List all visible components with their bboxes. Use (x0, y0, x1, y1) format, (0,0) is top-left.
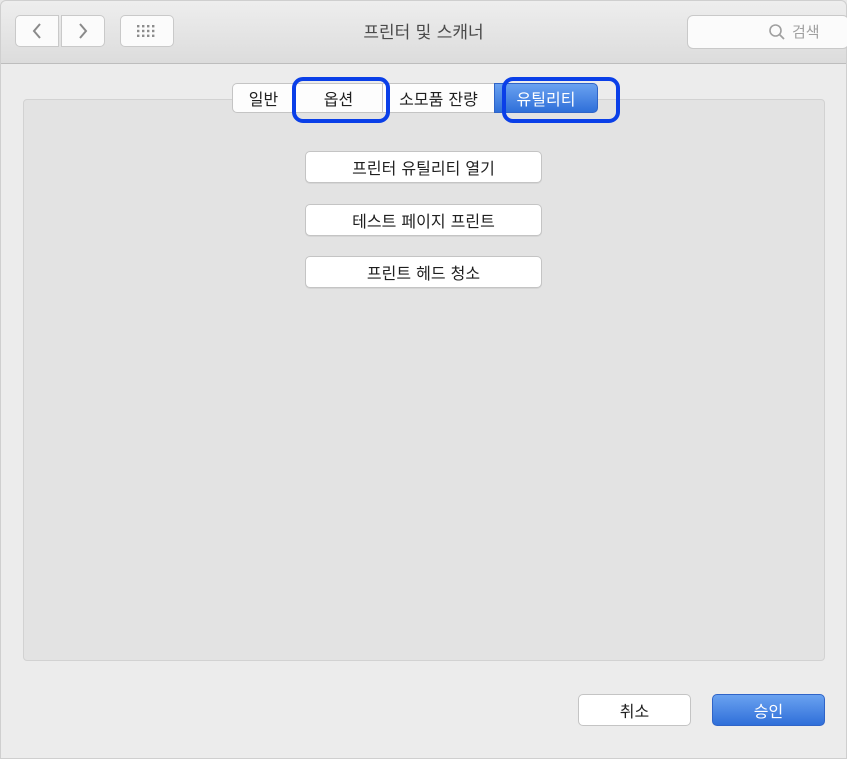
tab-general[interactable]: 일반 (232, 83, 294, 113)
magnifier-icon (769, 24, 785, 40)
show-all-button[interactable] (120, 15, 174, 47)
print-test-page-button[interactable]: 테스트 페이지 프린트 (305, 204, 542, 236)
chevron-right-icon (79, 23, 88, 39)
search-input[interactable] (786, 23, 846, 41)
preferences-window: 프린터 및 스캐너 일반 옵션 소모품 잔량 유틸리티 프린터 유틸리티 열기 … (0, 0, 847, 759)
utility-panel (23, 99, 825, 661)
nav-buttons (15, 15, 105, 49)
forward-button[interactable] (61, 15, 105, 47)
ok-button[interactable]: 승인 (712, 694, 825, 726)
back-button[interactable] (15, 15, 59, 47)
tab-bar: 일반 옵션 소모품 잔량 유틸리티 (232, 83, 598, 113)
cancel-button[interactable]: 취소 (578, 694, 691, 726)
tab-utility[interactable]: 유틸리티 (494, 83, 598, 113)
tab-supply-levels[interactable]: 소모품 잔량 (382, 83, 494, 113)
title-bar: 프린터 및 스캐너 (1, 1, 847, 64)
clean-print-head-button[interactable]: 프린트 헤드 청소 (305, 256, 542, 288)
chevron-left-icon (32, 23, 41, 39)
tab-options[interactable]: 옵션 (294, 83, 382, 113)
open-printer-utility-button[interactable]: 프린터 유틸리티 열기 (305, 151, 542, 183)
search-field[interactable] (687, 15, 847, 49)
grid-icon (137, 25, 155, 37)
